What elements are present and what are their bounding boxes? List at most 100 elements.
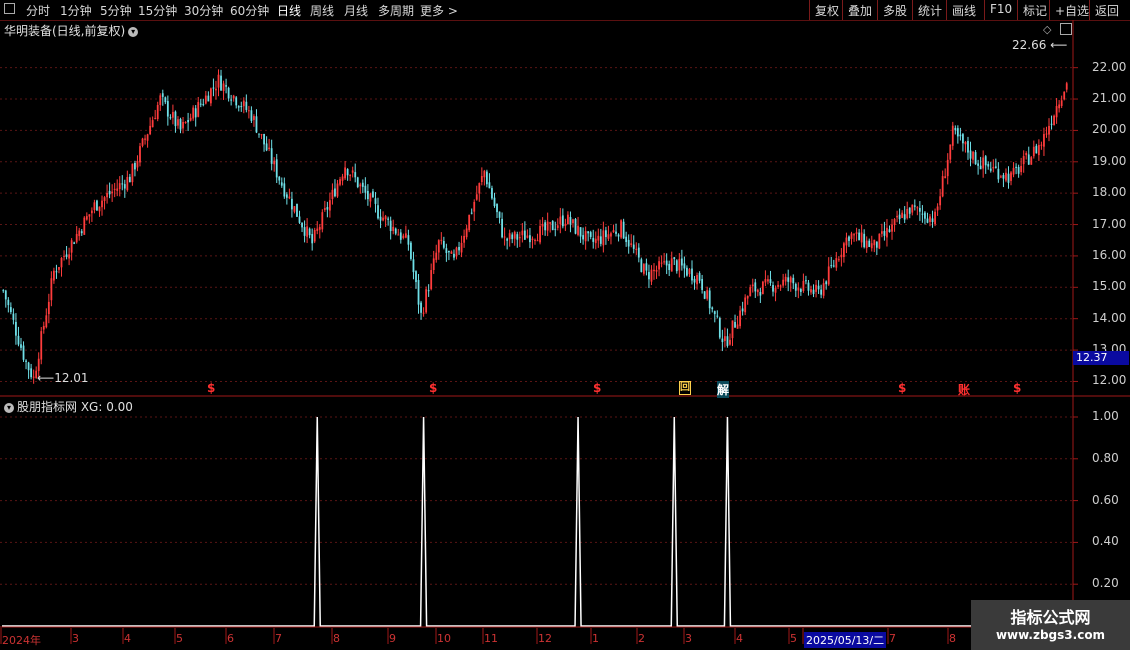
candle-body [169,117,172,119]
candle-body [518,237,521,239]
candle-body [556,225,559,228]
candle-body [1055,106,1058,118]
candle-body [382,217,384,221]
candle-body [706,290,709,299]
candle-body [88,214,91,217]
candle-body [617,234,620,237]
candle-body [237,106,240,108]
candle-body [9,307,12,313]
signal-marker: $ [429,381,438,395]
candle-body [850,233,853,239]
candle-body [956,128,959,137]
candle-body [678,258,681,271]
candle-body [741,308,744,312]
candle-body [645,263,648,271]
candle-body [387,218,390,220]
candle-body [172,112,174,118]
candle-body [1045,133,1048,135]
candle-body [166,101,169,117]
candle-body [291,198,293,210]
date-tick-label: 2024年 [2,634,41,647]
candle-body [893,219,896,225]
candle-body [939,196,942,206]
candle-body [782,279,785,286]
candle-body [156,104,159,119]
candle-body [792,277,795,284]
candle-body [1020,165,1023,173]
candle-body [184,121,187,123]
candle-body [772,285,774,292]
candle-body [713,311,716,315]
candle-body [830,265,833,267]
candle-body [50,278,53,301]
candle-body [825,281,828,285]
candle-body [531,238,534,240]
candle-body [883,230,886,236]
candle-body [374,198,377,204]
candle-body [764,279,767,283]
candle-body [797,287,800,291]
candle-body [270,148,273,164]
price-tick-label: 22.00 [1092,59,1127,74]
candle-body [118,183,121,190]
candle-body [189,117,192,121]
price-tick-label: 17.00 [1092,216,1127,231]
candle-body [313,229,316,242]
candle-body [389,220,392,232]
candle-body [301,222,303,228]
candle-body [384,216,387,220]
candle-body [161,93,164,97]
price-tick-label: 15.00 [1092,279,1127,294]
candle-body [220,75,222,91]
candle-body [346,169,349,176]
candle-body [1043,134,1045,147]
candle-body [212,87,215,89]
candle-body [268,147,271,149]
candle-body [415,271,417,283]
candle-body [607,234,610,239]
candle-body [154,117,157,120]
candle-body [931,218,934,222]
candle-body [521,230,524,236]
candle-body [227,87,230,99]
candle-body [40,331,43,360]
candle-body [880,231,883,234]
candle-body [128,176,131,183]
candle-body [951,125,954,146]
candle-body [273,160,276,165]
candle-body [541,223,544,227]
candle-body [197,102,200,117]
candle-body [30,368,33,378]
candle-body [136,160,139,168]
low-price-label: ⟵12.01 [37,371,89,385]
candle-body [1063,91,1066,100]
candle-body [1050,123,1053,125]
candle-body [7,299,10,306]
candle-body [1005,172,1007,181]
date-tick-label: 3 [72,632,79,645]
candle-body [80,231,83,234]
candle-body [718,318,721,338]
candle-body [45,315,48,328]
price-chart[interactable] [0,0,1130,650]
candle-body [969,150,972,159]
price-tick-label: 21.00 [1092,91,1127,106]
candle-body [458,246,460,251]
candle-body [253,116,255,120]
candle-body [686,267,688,276]
candle-body [90,210,93,214]
candle-body [478,183,481,194]
candle-body [417,280,420,305]
candle-body [954,127,957,131]
candle-body [761,281,764,295]
candle-body [979,165,982,170]
candle-body [199,103,202,105]
candle-body [691,268,693,281]
candle-body [278,176,281,181]
candle-body [146,134,149,141]
candle-body [379,216,382,221]
candle-body [908,207,911,214]
candle-body [529,235,531,243]
signal-marker: $ [207,381,216,395]
candle-body [448,250,450,253]
